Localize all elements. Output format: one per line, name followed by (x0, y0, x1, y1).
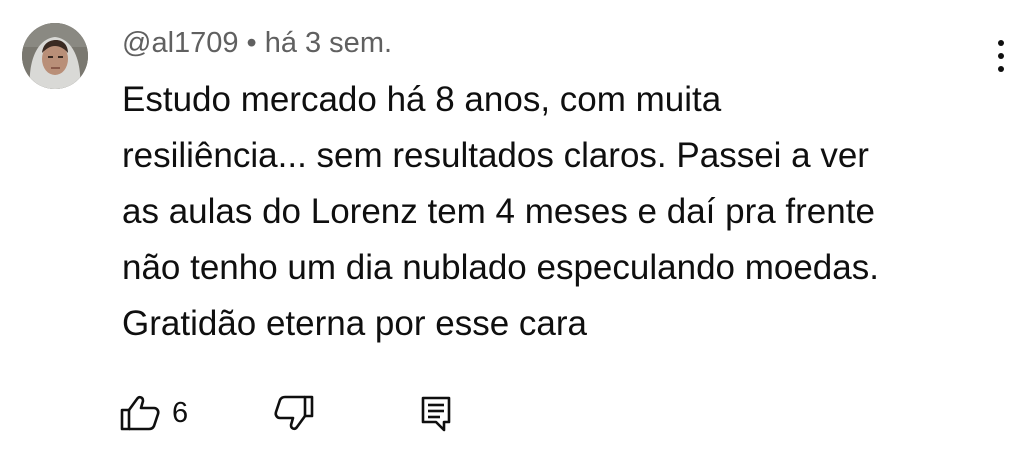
avatar[interactable] (22, 23, 88, 89)
comment-text-line: as aulas do Lorenz tem 4 meses e daí pra… (122, 192, 875, 231)
reply-comment-icon (421, 396, 451, 432)
comment-timestamp[interactable]: há 3 sem. (265, 27, 392, 59)
dislike-button[interactable] (272, 393, 316, 433)
avatar-image (22, 23, 88, 89)
comment-text-line: resiliência... sem resultados claros. Pa… (122, 136, 869, 175)
comment-text-line: não tenho um dia nublado especulando moe… (122, 248, 879, 287)
comment-text: Estudo mercado há 8 anos, com muita resi… (122, 72, 1002, 352)
menu-dot (998, 53, 1004, 59)
author-name[interactable]: @al1709 (122, 27, 239, 59)
like-button[interactable]: 6 (118, 393, 188, 433)
like-count: 6 (172, 397, 189, 429)
comment-text-line: Estudo mercado há 8 anos, com muita (122, 80, 722, 119)
comment-text-line: Gratidão eterna por esse cara (122, 304, 587, 343)
reply-button[interactable] (418, 393, 454, 433)
thumbs-down-icon (274, 395, 314, 431)
thumbs-up-icon (120, 395, 160, 431)
meta-separator: • (246, 27, 257, 59)
menu-dot (998, 40, 1004, 46)
comment-header: @al1709 • há 3 sem. (122, 26, 392, 60)
comment-item: @al1709 • há 3 sem. Estudo mercado há 8 an… (0, 0, 1034, 451)
